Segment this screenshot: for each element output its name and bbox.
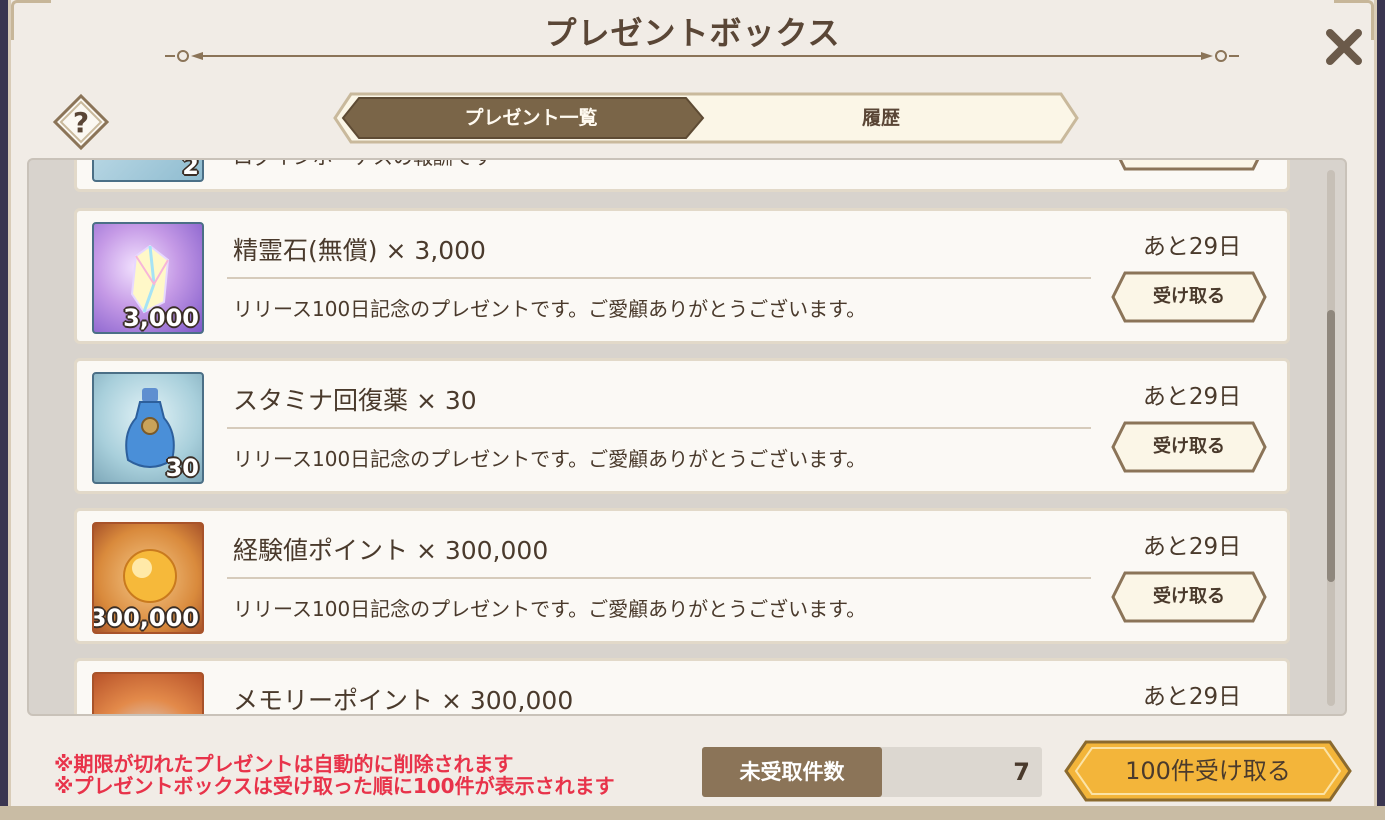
item-deadline: あと29日 [1142, 384, 1242, 410]
item-description: リリース100日記念のプレゼントです。ご愛顧ありがとうございます。 [233, 597, 867, 621]
tab-bar: プレゼント一覧 履歴 [331, 90, 1081, 146]
receive-all-label: 100件受け取る [1125, 757, 1291, 785]
item-name: スタミナ回復薬 × 30 [233, 386, 477, 415]
receive-button[interactable] [1109, 160, 1269, 175]
unreceived-counter: 未受取件数 7 [702, 747, 1042, 797]
list-item: 2 ログインボーナスの報酬です [74, 158, 1290, 192]
receive-button-label: 受け取る [1153, 436, 1225, 457]
tab-history[interactable]: 履歴 [711, 90, 1051, 146]
close-button[interactable] [1319, 22, 1369, 72]
unreceived-label: 未受取件数 [702, 747, 882, 797]
spirit-stone-icon: 3,000 [92, 222, 204, 334]
stamina-potion-icon: 30 [92, 372, 204, 484]
present-list[interactable]: 2 ログインボーナスの報酬です 3,000 精霊石(無償) × 3,000 リリ… [27, 158, 1347, 716]
item-deadline: あと29日 [1142, 684, 1242, 710]
item-name: メモリーポイント × 300,000 [233, 686, 574, 715]
list-item: 3,000 精霊石(無償) × 3,000 リリース100日記念のプレゼントです… [74, 208, 1290, 344]
receive-button[interactable]: 受け取る [1109, 417, 1269, 477]
exp-orb-icon: 300,000 [92, 522, 204, 634]
item-divider [227, 427, 1091, 429]
unreceived-count: 7 [1013, 758, 1030, 786]
item-description: リリース100日記念のプレゼントです。ご愛顧ありがとうございます。 [233, 297, 867, 321]
frame-bottom-border [0, 806, 1385, 820]
notice-display-limit: ※プレゼントボックスは受け取った順に100件が表示されます [54, 774, 615, 798]
scrollbar[interactable] [1327, 170, 1335, 706]
help-button[interactable]: ? [51, 92, 111, 152]
list-item: 300,000 経験値ポイント × 300,000 リリース100日記念のプレゼ… [74, 508, 1290, 644]
receive-button-label: 受け取る [1153, 586, 1225, 607]
receive-button[interactable]: 受け取る [1109, 267, 1269, 327]
item-description: リリース100日記念のプレゼントです。ご愛顧ありがとうございます。 [233, 447, 867, 471]
item-count-badge: 30 [165, 454, 199, 482]
receive-all-button[interactable]: 100件受け取る [1062, 736, 1354, 806]
title-ornament-divider [165, 50, 1239, 62]
scrollbar-thumb[interactable] [1327, 310, 1335, 582]
item-count-badge: 300,000 [92, 604, 199, 632]
list-item: メモリーポイント × 300,000 あと29日 [74, 658, 1290, 715]
list-item: 30 スタミナ回復薬 × 30 リリース100日記念のプレゼントです。ご愛顧あり… [74, 358, 1290, 494]
tab-present-list[interactable]: プレゼント一覧 [371, 90, 691, 146]
receive-button-label: 受け取る [1153, 286, 1225, 307]
item-divider [227, 277, 1091, 279]
svg-text:?: ? [73, 106, 89, 139]
receive-button[interactable]: 受け取る [1109, 567, 1269, 627]
memory-orb-icon [92, 672, 204, 714]
item-count-badge: 3,000 [123, 304, 199, 332]
item-deadline: あと29日 [1142, 534, 1242, 560]
item-divider [227, 577, 1091, 579]
partial-item-icon: 2 [92, 158, 204, 182]
item-name: 精霊石(無償) × 3,000 [233, 236, 486, 265]
item-deadline: あと29日 [1142, 234, 1242, 260]
help-icon: ? [52, 93, 110, 151]
item-count-badge: 2 [182, 158, 199, 180]
close-icon [1326, 29, 1362, 65]
item-description: ログインボーナスの報酬です [233, 160, 493, 170]
item-name: 経験値ポイント × 300,000 [233, 536, 549, 565]
